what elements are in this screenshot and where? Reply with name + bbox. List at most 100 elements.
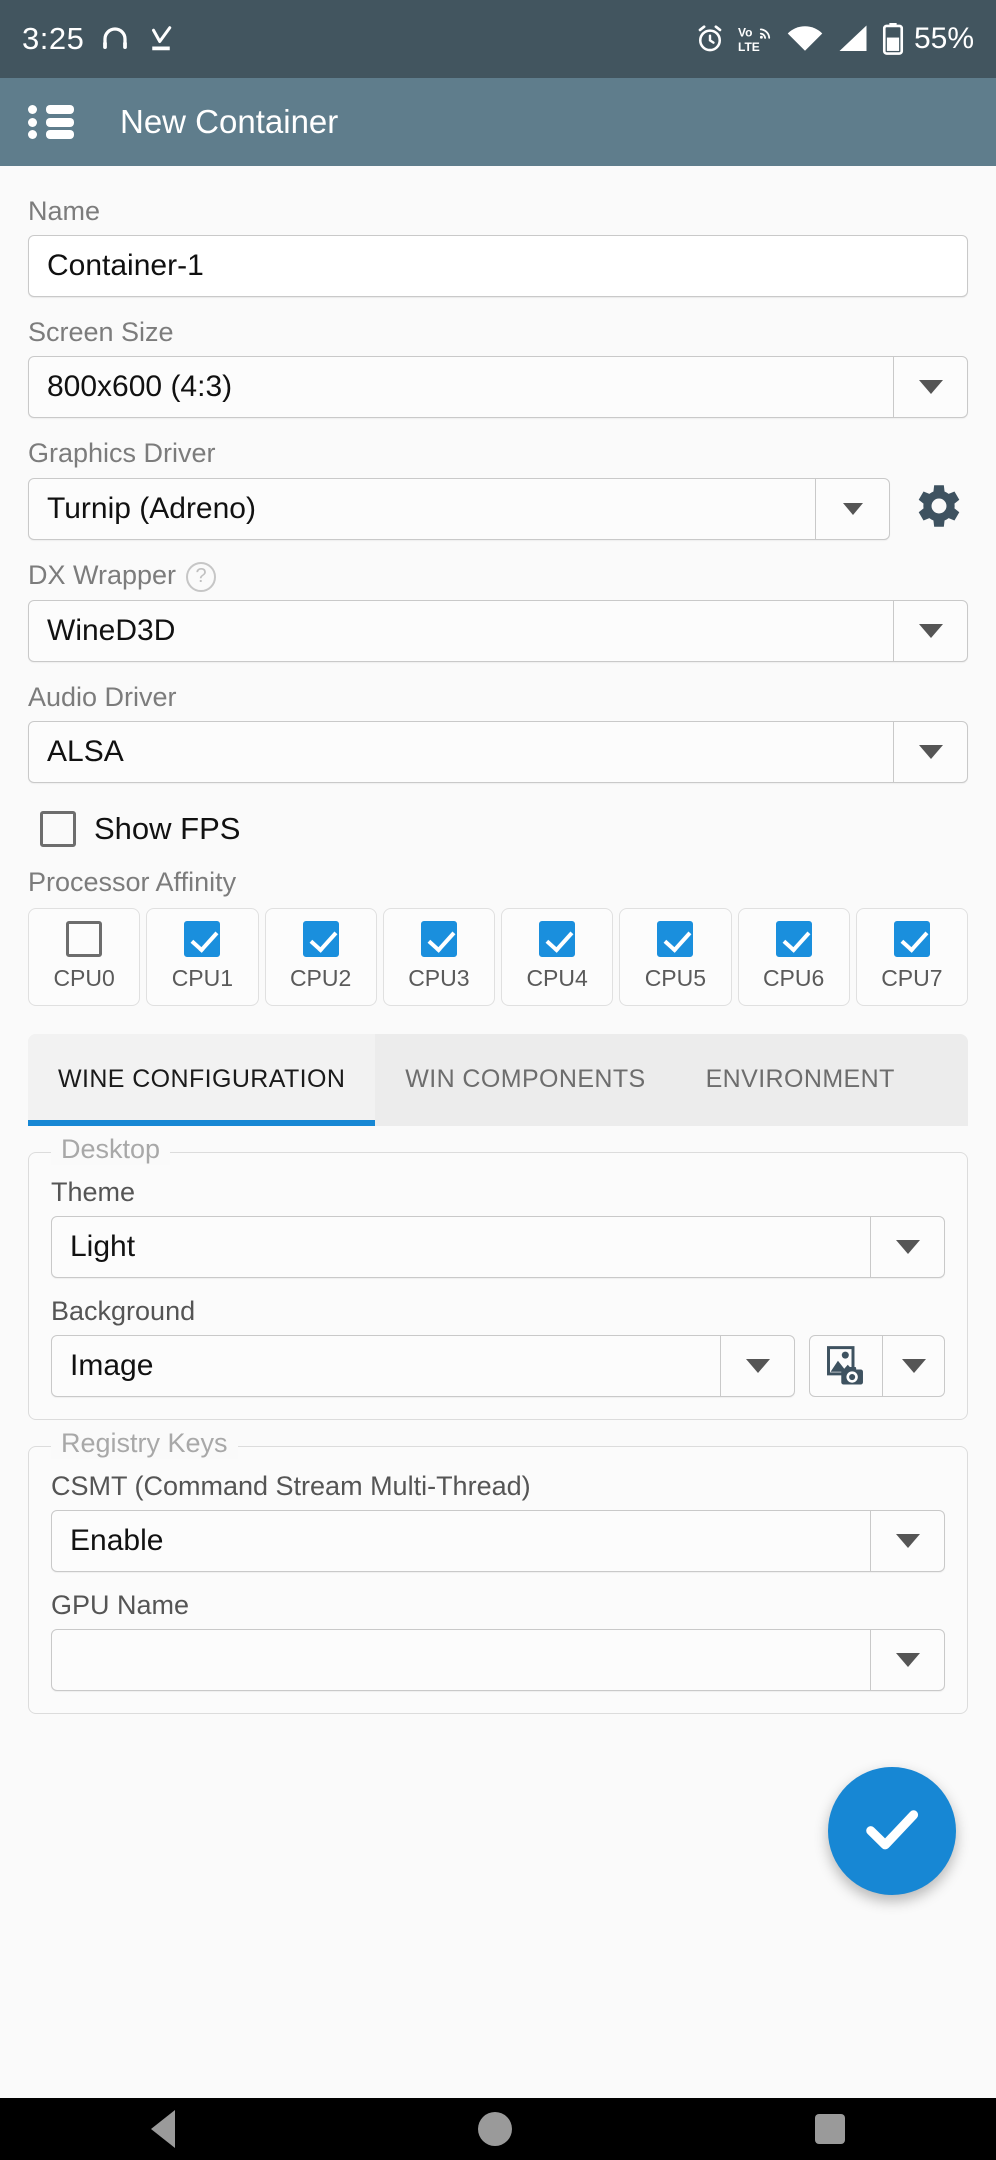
gpu-name-row — [51, 1628, 945, 1691]
graphics-driver-spinner[interactable]: Turnip (Adreno) — [28, 477, 890, 540]
cpu-cell-3[interactable]: CPU3 — [382, 907, 495, 1006]
tab-bar: WINE CONFIGURATION WIN COMPONENTS ENVIRO… — [28, 1033, 968, 1126]
cpu1-checkbox[interactable] — [184, 921, 221, 958]
registry-keys-section-legend: Registry Keys — [51, 1427, 238, 1459]
gpu-name-spinner[interactable] — [51, 1628, 945, 1691]
save-fab-button[interactable] — [828, 1767, 956, 1895]
app-bar: New Container — [0, 78, 996, 166]
cpu-cell-0[interactable]: CPU0 — [28, 907, 141, 1006]
image-camera-picker-icon[interactable] — [809, 1334, 883, 1397]
gear-icon[interactable] — [910, 477, 968, 540]
wifi-icon — [786, 24, 824, 54]
cpu0-checkbox[interactable] — [66, 921, 103, 958]
cpu1-label: CPU1 — [171, 965, 234, 992]
volte-icon: Vo LTE — [738, 23, 774, 55]
dx-wrapper-label: DX Wrapper? — [28, 560, 968, 592]
show-fps-checkbox[interactable] — [40, 810, 76, 847]
alarm-icon — [694, 23, 726, 55]
chevron-down-icon — [745, 1358, 770, 1373]
audio-driver-dropdown-arrow[interactable] — [893, 721, 967, 782]
audio-driver-row: ALSA — [28, 720, 968, 783]
cpu-cell-2[interactable]: CPU2 — [264, 907, 377, 1006]
dx-wrapper-value: WineD3D — [47, 613, 176, 647]
list-menu-icon[interactable] — [28, 105, 74, 139]
status-clock: 3:25 — [22, 21, 85, 56]
cpu4-label: CPU4 — [526, 965, 588, 992]
status-bar: 3:25 Vo LTE 55% — [0, 0, 996, 78]
graphics-driver-dropdown-arrow[interactable] — [815, 478, 889, 539]
screen-size-value: 800x600 (4:3) — [47, 370, 233, 403]
chevron-down-icon — [895, 1533, 920, 1548]
cpu6-checkbox[interactable] — [775, 921, 812, 958]
status-bar-left: 3:25 — [22, 21, 176, 57]
cpu-cell-6[interactable]: CPU6 — [737, 907, 850, 1006]
app-screen: 3:25 Vo LTE 55% New Container Name Conta… — [0, 0, 996, 2160]
cpu3-checkbox[interactable] — [420, 921, 457, 958]
home-circle-icon[interactable] — [477, 2112, 512, 2146]
desktop-section-legend: Desktop — [51, 1133, 171, 1165]
cpu-cell-7[interactable]: CPU7 — [855, 907, 968, 1006]
graphics-driver-label: Graphics Driver — [28, 438, 216, 468]
battery-percent-label: 55% — [913, 22, 974, 55]
dx-wrapper-row: WineD3D — [28, 599, 968, 662]
dx-wrapper-label-text: DX Wrapper — [28, 560, 177, 590]
cpu-cell-4[interactable]: CPU4 — [501, 907, 614, 1006]
battery-icon — [882, 23, 904, 55]
recents-square-icon[interactable] — [814, 2114, 845, 2144]
background-spinner[interactable]: Image — [51, 1334, 795, 1397]
background-label: Background — [51, 1295, 196, 1326]
cpu0-label: CPU0 — [53, 965, 115, 992]
background-row: Image — [51, 1334, 945, 1397]
theme-spinner[interactable]: Light — [51, 1215, 945, 1278]
dx-wrapper-dropdown-arrow[interactable] — [893, 600, 967, 661]
theme-dropdown-arrow[interactable] — [870, 1216, 944, 1277]
csmt-row: Enable — [51, 1509, 945, 1572]
check-icon — [858, 1795, 926, 1868]
chevron-down-icon — [842, 502, 863, 515]
help-question-icon[interactable]: ? — [186, 561, 217, 592]
theme-row: Light — [51, 1215, 945, 1278]
csmt-spinner[interactable]: Enable — [51, 1509, 945, 1572]
audio-driver-spinner[interactable]: ALSA — [28, 720, 968, 783]
cpu5-label: CPU5 — [644, 965, 707, 992]
csmt-value: Enable — [70, 1523, 164, 1557]
headset-icon — [98, 24, 132, 54]
cpu7-checkbox[interactable] — [893, 921, 930, 958]
background-picker-dropdown-arrow[interactable] — [883, 1334, 945, 1397]
back-triangle-icon[interactable] — [151, 2110, 176, 2148]
tab-wine-configuration[interactable]: WINE CONFIGURATION — [28, 1033, 376, 1126]
tab-win-components[interactable]: WIN COMPONENTS — [375, 1034, 675, 1126]
chevron-down-icon — [918, 623, 943, 638]
gpu-name-dropdown-arrow[interactable] — [870, 1629, 944, 1690]
background-value: Image — [70, 1348, 154, 1382]
theme-value: Light — [70, 1229, 136, 1263]
chevron-down-icon — [918, 380, 943, 394]
cpu2-label: CPU2 — [289, 965, 352, 992]
name-input[interactable]: Container-1 — [28, 235, 968, 297]
page-title: New Container — [120, 103, 339, 140]
screen-size-dropdown-arrow[interactable] — [893, 357, 967, 417]
csmt-dropdown-arrow[interactable] — [870, 1510, 944, 1571]
cpu6-label: CPU6 — [762, 965, 825, 992]
screen-size-label: Screen Size — [28, 317, 174, 347]
cpu-cell-5[interactable]: CPU5 — [619, 907, 732, 1006]
screen-size-spinner[interactable]: 800x600 (4:3) — [28, 356, 968, 418]
show-fps-row[interactable]: Show FPS — [40, 810, 968, 847]
chevron-down-icon — [895, 1239, 920, 1254]
desktop-section: Desktop Theme Light Background Image — [28, 1133, 968, 1420]
show-fps-label: Show FPS — [94, 810, 241, 846]
tab-environment[interactable]: ENVIRONMENT — [676, 1034, 925, 1126]
graphics-driver-row: Turnip (Adreno) — [28, 477, 968, 540]
gpu-name-label: GPU Name — [51, 1589, 190, 1620]
cpu5-checkbox[interactable] — [657, 921, 694, 958]
dx-wrapper-spinner[interactable]: WineD3D — [28, 599, 968, 662]
csmt-label: CSMT (Command Stream Multi-Thread) — [51, 1470, 531, 1501]
chevron-down-icon — [901, 1358, 926, 1373]
chevron-down-icon — [895, 1652, 920, 1667]
cpu-cell-1[interactable]: CPU1 — [146, 907, 259, 1006]
processor-affinity-grid: CPU0 CPU1 CPU2 CPU3 CPU4 CPU5 CPU6 CPU7 — [28, 907, 968, 1006]
background-dropdown-arrow[interactable] — [720, 1335, 794, 1396]
screen-size-row: 800x600 (4:3) — [28, 356, 968, 418]
cpu2-checkbox[interactable] — [302, 921, 339, 958]
cpu4-checkbox[interactable] — [539, 921, 576, 958]
